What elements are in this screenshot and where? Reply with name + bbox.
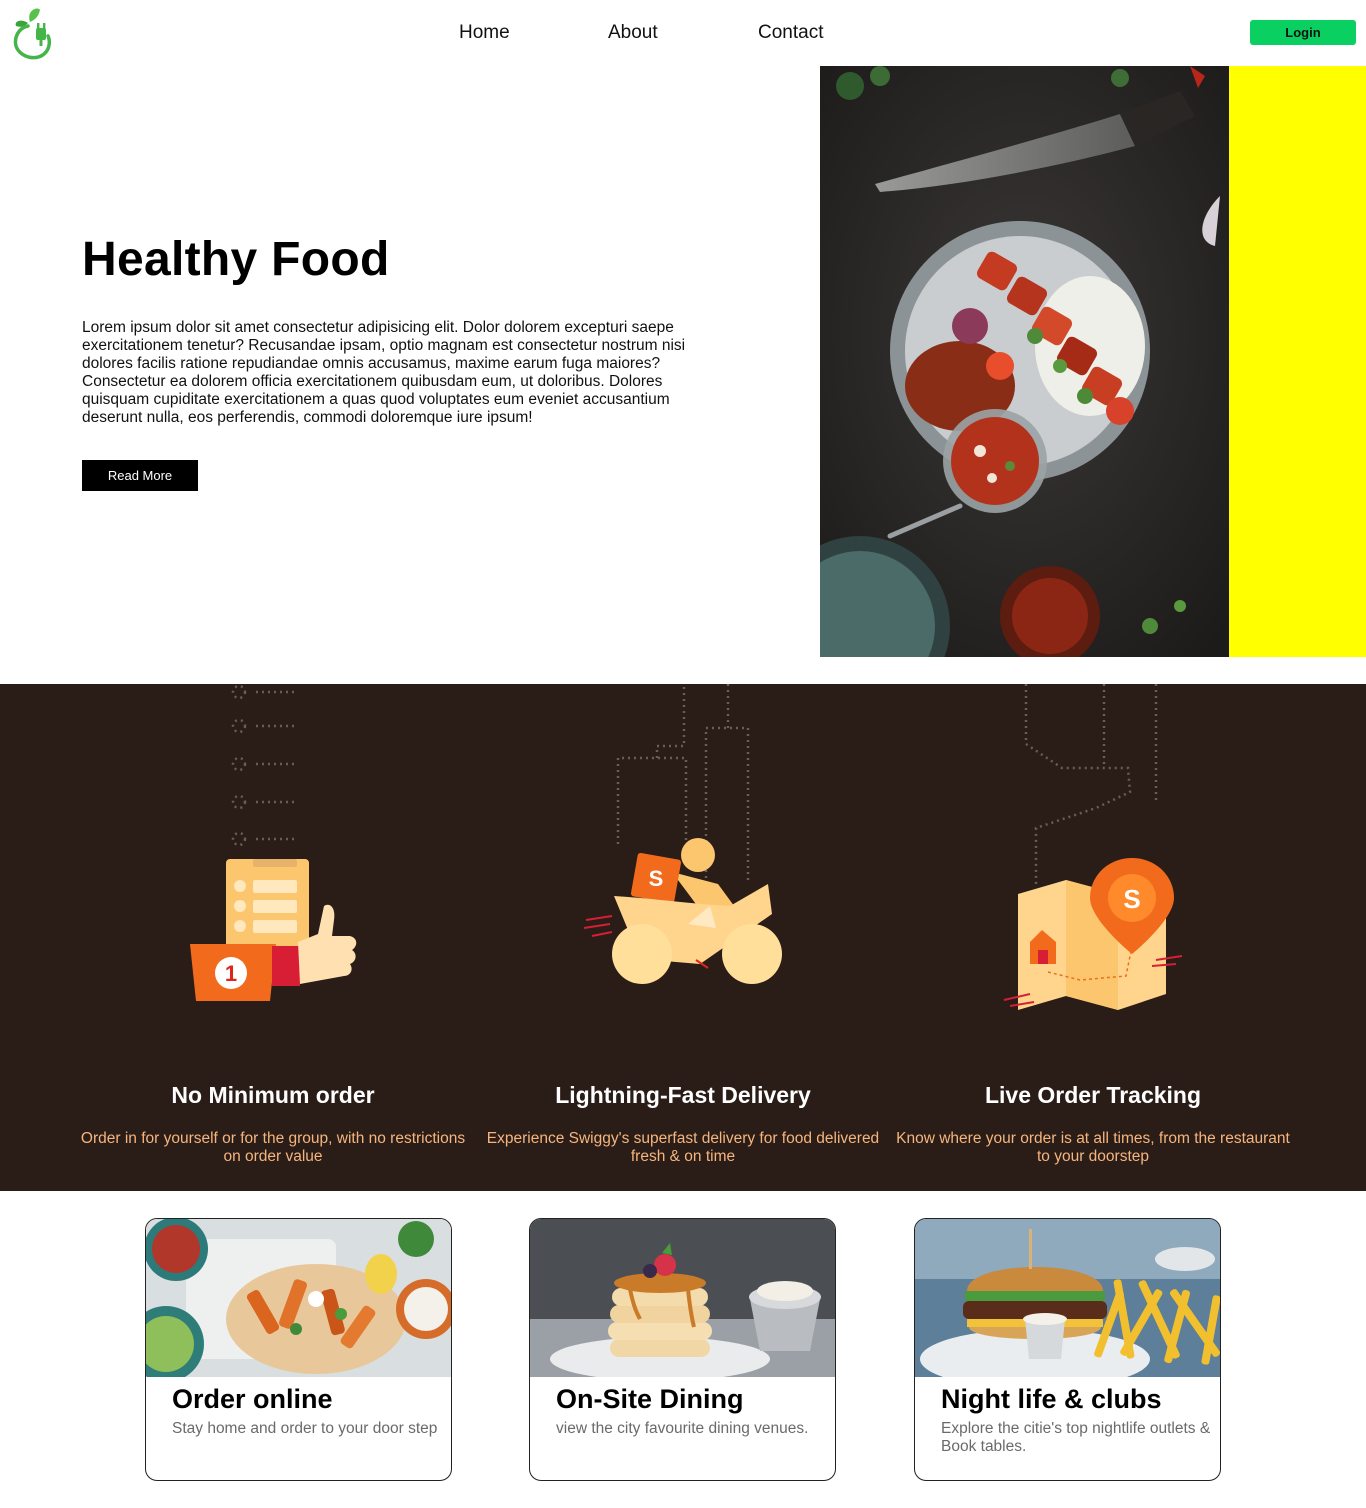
hero-text: Lorem ipsum dolor sit amet consectetur a…	[82, 319, 686, 426]
card-order-online[interactable]: Order online Stay home and order to your…	[145, 1218, 452, 1481]
feature-desc-no-minimum: Order in for yourself or for the group, …	[80, 1130, 466, 1165]
feature-title-fast-delivery: Lightning-Fast Delivery	[555, 1082, 811, 1108]
nav-link-about[interactable]: About	[608, 22, 658, 44]
card-night-life[interactable]: Night life & clubs Explore the citie's t…	[914, 1218, 1221, 1481]
delivery-scooter-icon: S	[583, 838, 782, 984]
order-online-photo	[146, 1219, 451, 1377]
features-section: 1 S S No Minimum order Order in for your…	[0, 684, 1366, 1191]
feature-title-live-tracking: Live Order Tracking	[984, 1082, 1202, 1108]
read-more-button[interactable]: Read More	[82, 460, 198, 491]
card-onsite-dining[interactable]: On-Site Dining view the city favourite d…	[529, 1218, 836, 1481]
night-life-photo	[915, 1219, 1220, 1377]
nav-link-home[interactable]: Home	[459, 22, 510, 44]
card-desc: Stay home and order to your door step	[172, 1420, 438, 1437]
svg-text:S: S	[649, 866, 664, 891]
map-pin-tracking-icon: S	[1003, 858, 1183, 1010]
feature-desc-fast-delivery: Experience Swiggy's superfast delivery f…	[486, 1130, 880, 1165]
feature-desc-live-tracking: Know where your order is at all times, f…	[896, 1130, 1290, 1165]
hero-yellow-block	[1229, 66, 1366, 657]
svg-text:1: 1	[225, 961, 237, 986]
svg-text:S: S	[1123, 884, 1140, 914]
hero-food-photo	[820, 66, 1229, 657]
feature-title-no-minimum: No Minimum order	[171, 1082, 375, 1108]
login-button[interactable]: Login	[1250, 20, 1356, 45]
top-nav: Home About Contact Login	[0, 0, 1366, 66]
thumbs-up-order-icon: 1	[190, 859, 357, 1001]
hero-title: Healthy Food	[82, 233, 390, 286]
features-illustrations: 1 S S	[190, 684, 1183, 1010]
onsite-dining-photo	[530, 1219, 835, 1377]
card-title: Order online	[172, 1384, 333, 1414]
card-desc: view the city favourite dining venues.	[556, 1420, 809, 1437]
card-title: Night life & clubs	[941, 1384, 1162, 1414]
card-desc: Explore the citie's top nightlife outlet…	[941, 1420, 1211, 1455]
card-title: On-Site Dining	[556, 1384, 744, 1414]
leaf-plug-logo-icon[interactable]	[12, 6, 54, 62]
nav-link-contact[interactable]: Contact	[758, 22, 823, 44]
